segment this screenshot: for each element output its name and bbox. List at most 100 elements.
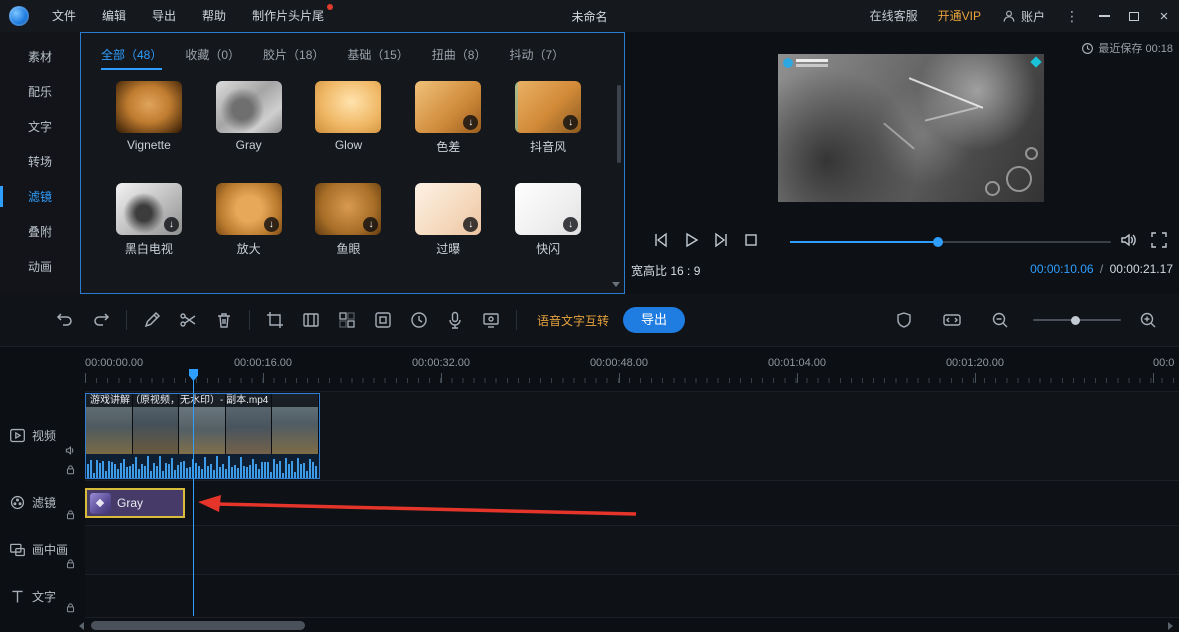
menu-file[interactable]: 文件 — [39, 0, 89, 32]
split-button[interactable] — [173, 305, 203, 335]
close-button[interactable]: × — [1149, 0, 1179, 32]
track-lock-icon[interactable] — [65, 602, 76, 613]
filter-item-gray[interactable]: Gray — [209, 81, 289, 155]
text-track-lane[interactable] — [0, 574, 1179, 618]
autosave-text: 最近保存 00:18 — [1098, 40, 1173, 56]
zoom-in-button[interactable] — [1133, 305, 1163, 335]
filter-item-zoom[interactable]: ↓ 放大 — [209, 183, 289, 257]
filter-thumbnail[interactable]: ↓ — [415, 81, 481, 133]
minimize-button[interactable] — [1089, 0, 1119, 32]
filter-thumbnail[interactable]: ↓ — [415, 183, 481, 235]
track-lock-icon[interactable] — [65, 464, 76, 475]
scrollbar-thumb[interactable] — [91, 621, 305, 630]
marker-button[interactable] — [889, 305, 919, 335]
tab-all[interactable]: 全部（48） — [101, 46, 162, 70]
preview-video[interactable] — [778, 54, 1044, 202]
filter-thumbnail[interactable]: ↓ — [116, 183, 182, 235]
tab-favorites[interactable]: 收藏（0） — [185, 46, 240, 70]
filter-thumbnail[interactable] — [216, 81, 282, 133]
mosaic-button[interactable] — [332, 305, 362, 335]
zoom-slider-knob[interactable] — [1071, 316, 1080, 325]
next-frame-button[interactable] — [711, 230, 735, 254]
aspect-ratio[interactable]: 宽高比 16 : 9 — [631, 262, 700, 279]
filter-item-douyin[interactable]: ↓ 抖音风 — [508, 81, 588, 155]
seek-bar[interactable] — [790, 241, 1111, 243]
sidebar-item-material[interactable]: 素材 — [0, 39, 80, 74]
scroll-right-icon[interactable] — [1168, 622, 1173, 630]
filter-thumbnail[interactable]: ↓ — [216, 183, 282, 235]
track-mute-icon[interactable] — [65, 445, 76, 456]
speech-to-text-button[interactable]: 语音文字互转 — [537, 312, 609, 329]
previous-frame-button[interactable] — [651, 230, 675, 254]
preview-panel: 最近保存 00:18 — [625, 32, 1179, 294]
filter-thumbnail[interactable] — [116, 81, 182, 133]
stop-button[interactable] — [741, 230, 765, 254]
track-lock-icon[interactable] — [65, 509, 76, 520]
filter-clip-gray[interactable]: Gray — [85, 488, 185, 518]
sidebar-item-filter[interactable]: 滤镜 — [0, 179, 80, 214]
filter-item-flash[interactable]: ↓ 快闪 — [508, 183, 588, 257]
record-voiceover-button[interactable] — [440, 305, 470, 335]
sidebar-item-overlay[interactable]: 叠附 — [0, 214, 80, 249]
tab-basic[interactable]: 基础（15） — [347, 46, 408, 70]
zoom-out-button[interactable] — [985, 305, 1015, 335]
maximize-button[interactable] — [1119, 0, 1149, 32]
sidebar-item-transition[interactable]: 转场 — [0, 144, 80, 179]
playback-controls — [625, 228, 1179, 258]
filter-thumbnail[interactable]: ↓ — [515, 183, 581, 235]
timeline-horizontal-scrollbar[interactable] — [85, 621, 1165, 630]
watermark — [783, 58, 828, 68]
online-support-link[interactable]: 在线客服 — [860, 0, 928, 32]
filter-thumbnail[interactable]: ↓ — [515, 81, 581, 133]
toolbar-divider — [126, 310, 127, 330]
filter-panel-scrollbar[interactable] — [617, 85, 621, 163]
time-separator: / — [1097, 262, 1106, 276]
filter-item-glow[interactable]: Glow — [308, 81, 388, 155]
menu-help[interactable]: 帮助 — [189, 0, 239, 32]
tab-film[interactable]: 胶片（18） — [263, 46, 324, 70]
pip-track-lane[interactable] — [0, 525, 1179, 574]
video-clip[interactable]: 游戏讲解（原视频，无水印）- 副本.mp4 — [85, 393, 320, 479]
menu-export[interactable]: 导出 — [139, 0, 189, 32]
edit-clip-button[interactable] — [137, 305, 167, 335]
fullscreen-button[interactable] — [1149, 230, 1173, 254]
filter-item-chromatic[interactable]: ↓ 色差 — [408, 81, 488, 155]
timeline-ruler[interactable]: 00:00:00.00 00:00:16.00 00:00:32.00 00:0… — [85, 355, 1179, 383]
volume-button[interactable] — [1119, 230, 1143, 254]
sidebar-item-animation[interactable]: 动画 — [0, 249, 80, 284]
playhead[interactable] — [193, 369, 194, 616]
text-track-header: 文字 — [0, 574, 85, 618]
sidebar-item-text[interactable]: 文字 — [0, 109, 80, 144]
tab-distort[interactable]: 扭曲（8） — [432, 46, 487, 70]
scroll-left-icon[interactable] — [79, 622, 84, 630]
film-strip-button[interactable] — [296, 305, 326, 335]
sidebar-item-music[interactable]: 配乐 — [0, 74, 80, 109]
more-menu-icon[interactable]: ⋮ — [1055, 8, 1089, 25]
filter-item-bw-tv[interactable]: ↓ 黑白电视 — [109, 183, 189, 257]
freeze-frame-button[interactable] — [368, 305, 398, 335]
filter-item-overexposed[interactable]: ↓ 过曝 — [408, 183, 488, 257]
fit-timeline-button[interactable] — [937, 305, 967, 335]
play-button[interactable] — [681, 230, 705, 254]
track-lock-icon[interactable] — [65, 558, 76, 569]
screen-record-button[interactable] — [476, 305, 506, 335]
redo-button[interactable] — [86, 305, 116, 335]
delete-button[interactable] — [209, 305, 239, 335]
menu-edit[interactable]: 编辑 — [89, 0, 139, 32]
toolbar-divider — [516, 310, 517, 330]
filter-thumbnail[interactable] — [315, 81, 381, 133]
tab-shake[interactable]: 抖动（7） — [509, 46, 564, 70]
duration-button[interactable] — [404, 305, 434, 335]
filter-item-vignette[interactable]: Vignette — [109, 81, 189, 155]
zoom-slider[interactable] — [1033, 319, 1121, 321]
seek-bar-knob[interactable] — [933, 237, 943, 247]
filter-item-fisheye[interactable]: ↓ 鱼眼 — [308, 183, 388, 257]
vip-upgrade-link[interactable]: 开通VIP — [928, 0, 991, 32]
filter-thumbnail[interactable]: ↓ — [315, 183, 381, 235]
filter-name: 快闪 — [508, 240, 588, 257]
menu-intro-outro[interactable]: 制作片头片尾 — [239, 0, 337, 32]
export-button[interactable]: 导出 — [623, 307, 685, 333]
undo-button[interactable] — [50, 305, 80, 335]
account-button[interactable]: 账户 — [991, 8, 1055, 25]
crop-button[interactable] — [260, 305, 290, 335]
